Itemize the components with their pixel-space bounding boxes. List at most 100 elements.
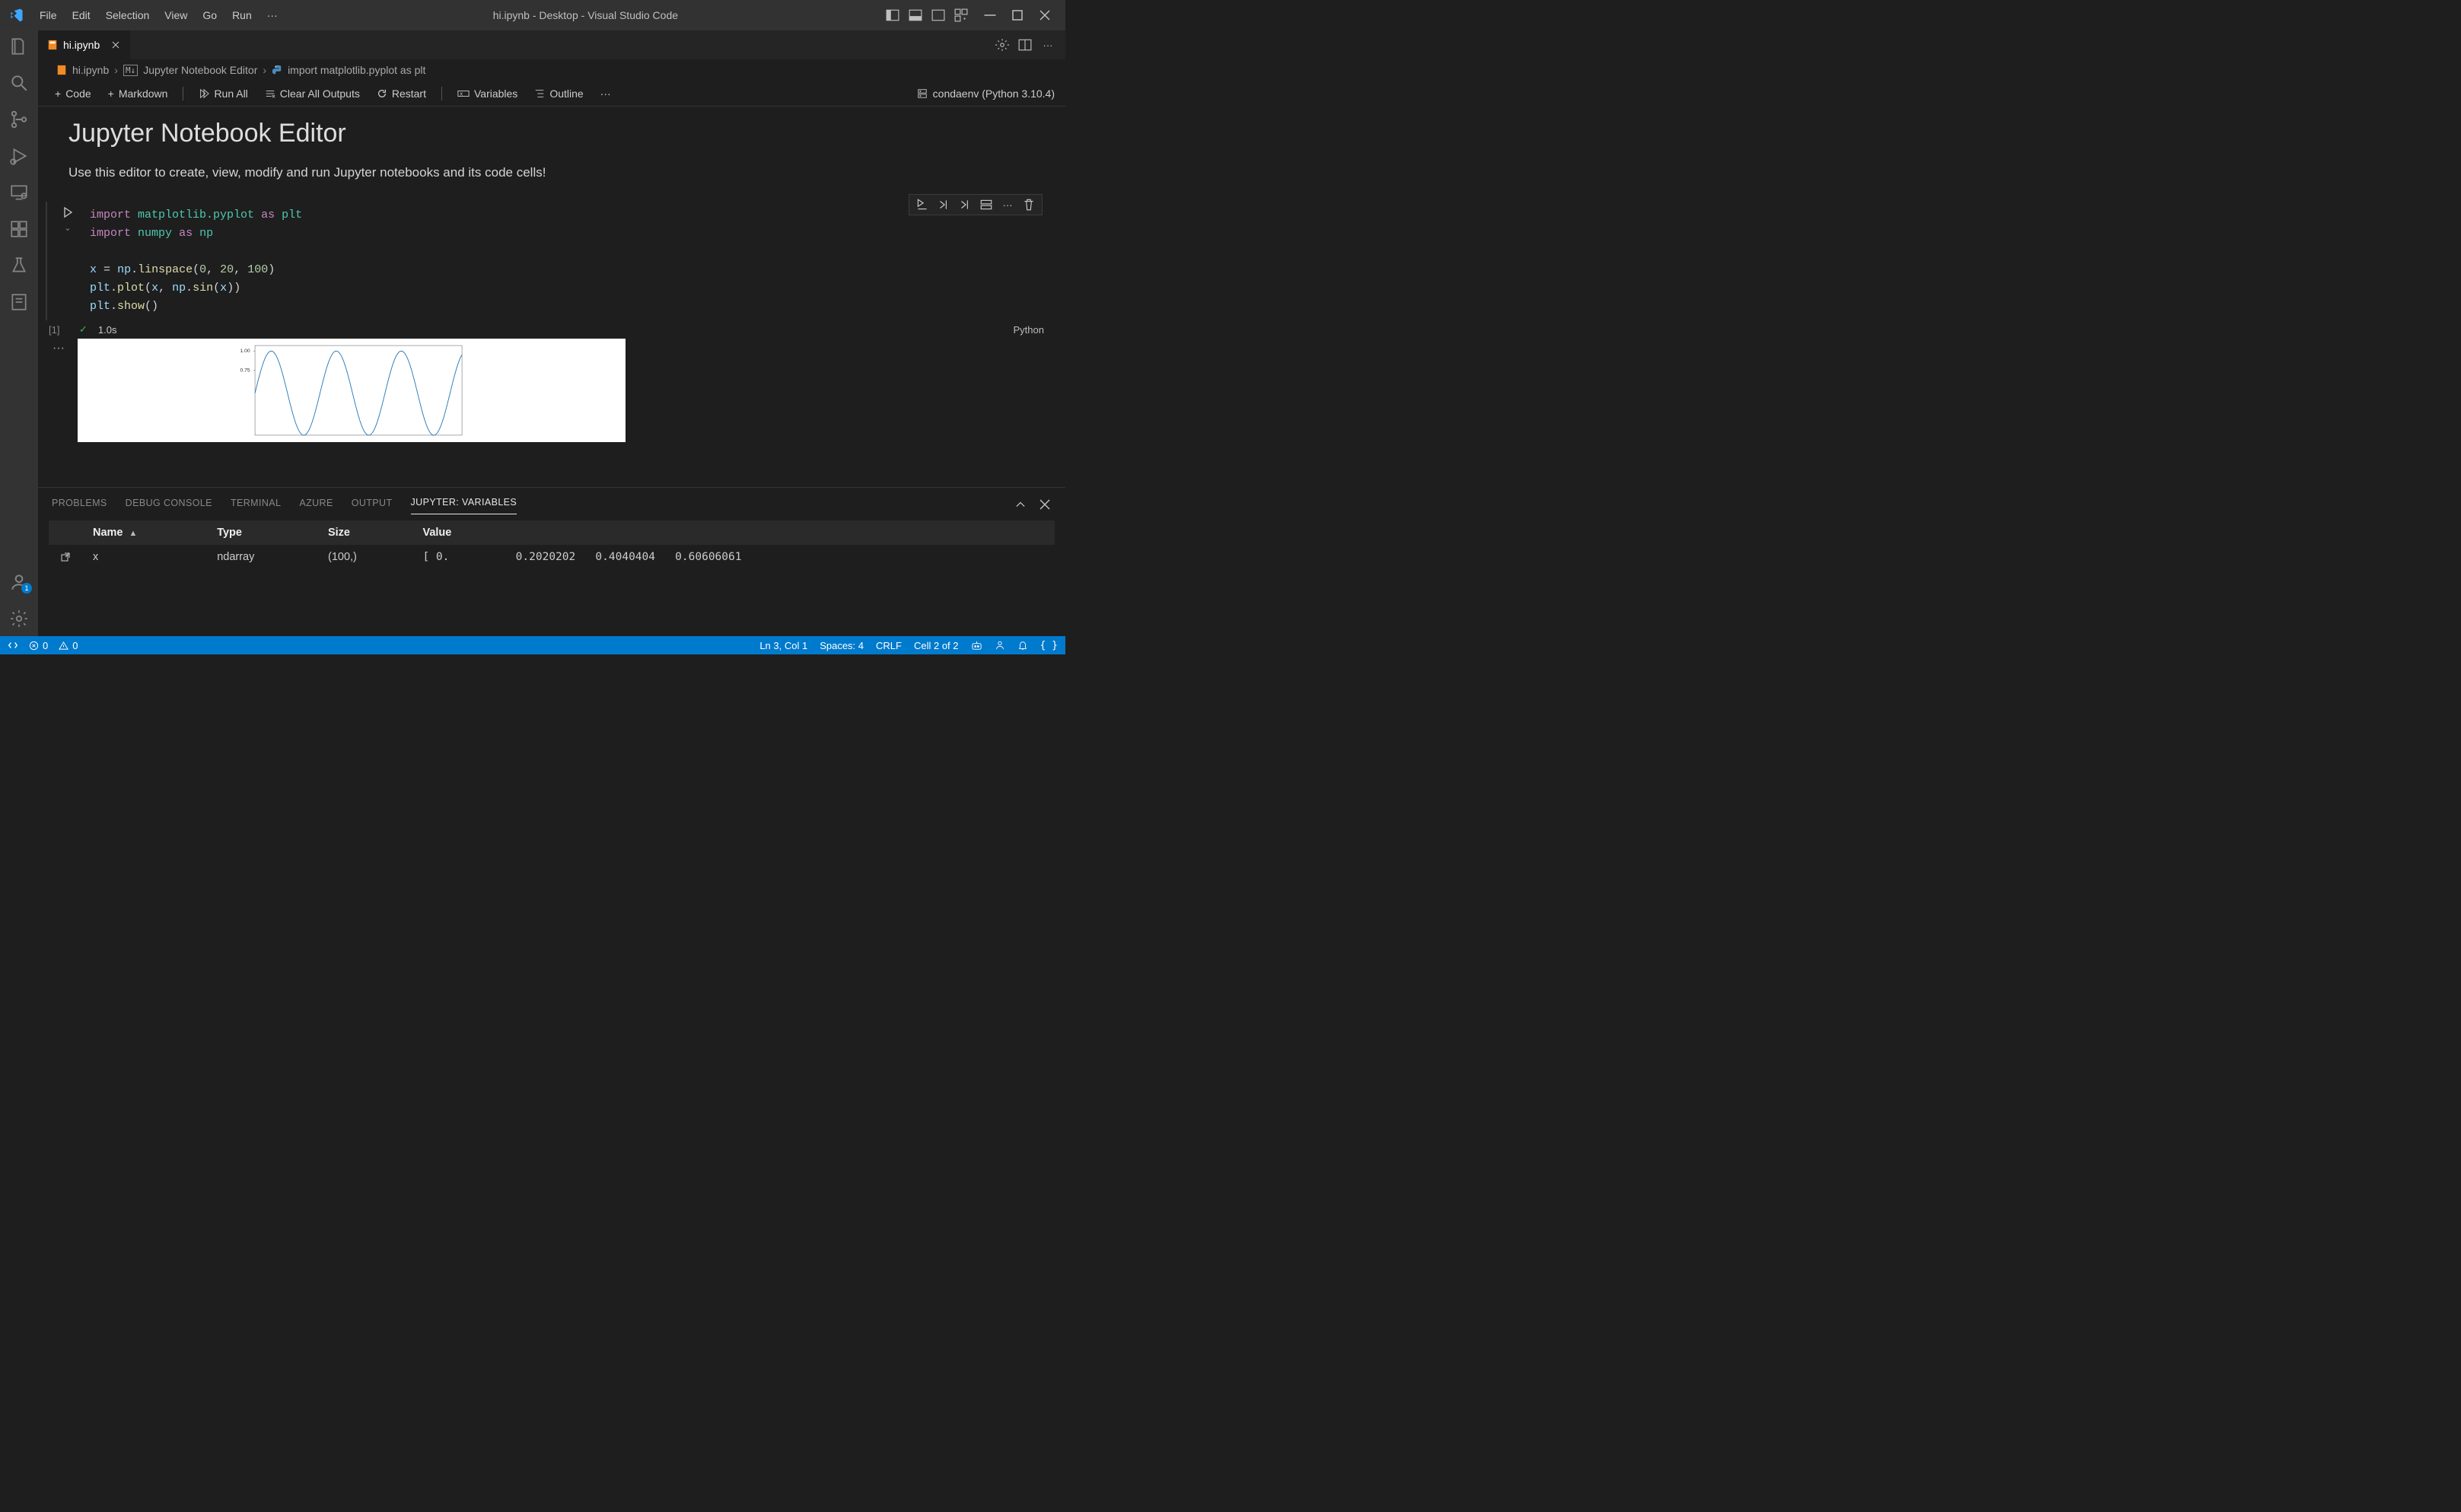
minimize-icon[interactable] [983, 8, 997, 22]
execution-status-row: [1] ✓ 1.0s Python [38, 320, 1065, 339]
kernel-selector[interactable]: condaenv (Python 3.10.4) [917, 88, 1055, 100]
breadcrumb-file[interactable]: hi.ipynb [72, 64, 109, 76]
source-control-icon[interactable] [9, 110, 29, 129]
panel-tab-problems[interactable]: PROBLEMS [52, 495, 107, 514]
plus-icon: + [55, 88, 61, 100]
restart-button[interactable]: Restart [371, 84, 432, 103]
panel-tab-jupyter-variables[interactable]: JUPYTER: VARIABLES [411, 494, 517, 514]
add-code-cell-button[interactable]: +Code [49, 84, 97, 103]
run-all-icon [199, 88, 209, 99]
copilot-icon[interactable] [971, 640, 982, 651]
customize-layout-icon[interactable] [954, 8, 968, 22]
notebook-body[interactable]: Jupyter Notebook Editor Use this editor … [38, 107, 1065, 487]
execute-below-icon[interactable] [958, 198, 972, 212]
run-debug-icon[interactable] [9, 146, 29, 166]
search-icon[interactable] [9, 73, 29, 93]
tab-label: hi.ipynb [63, 39, 100, 51]
cell-action-bar: ··· [909, 194, 1043, 215]
activitybar: 1 [0, 30, 38, 636]
bottom-panel: PROBLEMS DEBUG CONSOLE TERMINAL AZURE OU… [38, 487, 1065, 636]
variables-icon: x [457, 88, 470, 99]
tab-actions-gear-icon[interactable] [995, 38, 1009, 52]
tab-close-icon[interactable] [111, 40, 120, 49]
breadcrumb[interactable]: hi.ipynb › M↓ Jupyter Notebook Editor › … [38, 59, 1065, 81]
code-editor[interactable]: import matplotlib.pyplot as plt import n… [82, 202, 1065, 320]
menu-selection[interactable]: Selection [98, 5, 158, 26]
panel-close-icon[interactable] [1038, 498, 1052, 511]
notebook-heading: Jupyter Notebook Editor [38, 116, 1065, 159]
run-by-line-icon[interactable] [915, 198, 929, 212]
maximize-icon[interactable] [1011, 8, 1024, 22]
clear-outputs-button[interactable]: Clear All Outputs [259, 84, 366, 103]
col-size[interactable]: Size [317, 520, 412, 545]
toggle-primary-sidebar-icon[interactable] [886, 8, 899, 22]
window-title: hi.ipynb - Desktop - Visual Studio Code [285, 9, 886, 21]
menu-file[interactable]: File [32, 5, 65, 26]
breadcrumb-symbol[interactable]: import matplotlib.pyplot as plt [288, 64, 425, 76]
panel-collapse-icon[interactable] [1014, 498, 1027, 511]
run-cell-icon[interactable] [62, 206, 74, 218]
accounts-icon[interactable]: 1 [9, 572, 29, 592]
toolbar-more-icon[interactable]: ··· [594, 84, 617, 103]
statusbar: 0 0 Ln 3, Col 1 Spaces: 4 CRLF Cell 2 of… [0, 636, 1065, 654]
panel-tab-azure[interactable]: AZURE [299, 495, 333, 514]
markdown-icon: M↓ [123, 65, 138, 76]
clear-icon [265, 88, 275, 99]
add-markdown-cell-button[interactable]: +Markdown [102, 84, 174, 103]
indentation[interactable]: Spaces: 4 [820, 640, 864, 651]
code-cell[interactable]: ⌄ import matplotlib.pyplot as plt import… [46, 202, 1065, 320]
var-value: [ 0. 0.2020202 0.4040404 0.60606061 [412, 545, 1055, 569]
cursor-position[interactable]: Ln 3, Col 1 [759, 640, 807, 651]
cell-more-icon[interactable]: ··· [1001, 198, 1014, 212]
panel-tab-debug-console[interactable]: DEBUG CONSOLE [126, 495, 212, 514]
menu-run[interactable]: Run [224, 5, 259, 26]
cell-indicator[interactable]: Cell 2 of 2 [914, 640, 959, 651]
split-editor-icon[interactable] [1018, 38, 1032, 52]
notifications-bell-icon[interactable] [1017, 640, 1028, 651]
feedback-icon[interactable] [995, 640, 1005, 651]
panel-tab-terminal[interactable]: TERMINAL [231, 495, 281, 514]
var-type: ndarray [206, 545, 317, 569]
prettier-icon[interactable]: { } [1040, 640, 1058, 651]
breadcrumb-editor[interactable]: Jupyter Notebook Editor [143, 64, 257, 76]
tab-hi-ipynb[interactable]: hi.ipynb [38, 30, 130, 59]
remote-indicator[interactable] [8, 640, 18, 651]
editor-tabs: hi.ipynb ··· [38, 30, 1065, 59]
toggle-panel-icon[interactable] [909, 8, 922, 22]
warnings-count[interactable]: 0 [59, 640, 78, 651]
variables-button[interactable]: xVariables [451, 84, 524, 103]
errors-count[interactable]: 0 [29, 640, 48, 651]
extensions-icon[interactable] [9, 219, 29, 239]
panel-tab-output[interactable]: OUTPUT [352, 495, 393, 514]
explorer-icon[interactable] [9, 37, 29, 56]
jupyter-icon[interactable] [9, 292, 29, 312]
toggle-secondary-sidebar-icon[interactable] [931, 8, 945, 22]
menu-overflow-icon[interactable]: ··· [259, 5, 285, 26]
settings-gear-icon[interactable] [9, 609, 29, 629]
chevron-down-icon[interactable]: ⌄ [64, 223, 71, 233]
remote-explorer-icon[interactable] [9, 183, 29, 202]
menu-view[interactable]: View [157, 5, 195, 26]
ytick-label: 0.75 [240, 368, 250, 374]
testing-icon[interactable] [9, 256, 29, 275]
cell-language[interactable]: Python [1014, 324, 1044, 336]
notebook-toolbar: +Code +Markdown Run All Clear All Output… [38, 81, 1065, 107]
col-value[interactable]: Value [412, 520, 1055, 545]
output-actions-icon[interactable]: ··· [47, 339, 70, 442]
success-check-icon: ✓ [79, 323, 88, 336]
popout-icon[interactable] [59, 551, 72, 563]
outline-button[interactable]: Outline [528, 84, 589, 103]
restart-icon [377, 88, 387, 99]
col-type[interactable]: Type [206, 520, 317, 545]
run-all-button[interactable]: Run All [193, 84, 253, 103]
delete-cell-icon[interactable] [1022, 198, 1036, 212]
variable-row[interactable]: x ndarray (100,) [ 0. 0.2020202 0.404040… [49, 545, 1055, 569]
close-icon[interactable] [1038, 8, 1052, 22]
split-cell-icon[interactable] [979, 198, 993, 212]
menu-go[interactable]: Go [195, 5, 224, 26]
menu-edit[interactable]: Edit [65, 5, 98, 26]
execute-above-icon[interactable] [937, 198, 950, 212]
tab-more-icon[interactable]: ··· [1041, 38, 1055, 52]
eol[interactable]: CRLF [876, 640, 902, 651]
col-name[interactable]: Name▲ [82, 520, 206, 545]
